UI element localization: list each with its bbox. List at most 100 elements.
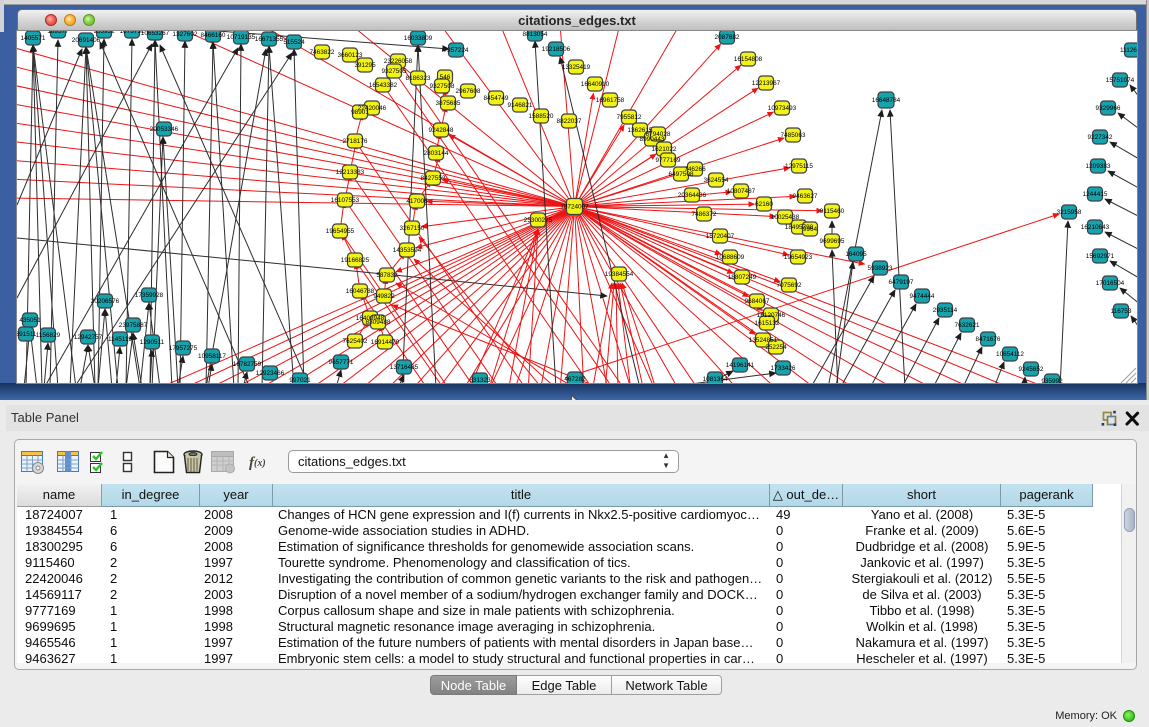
svg-text:1290511: 1290511 [140, 339, 165, 346]
svg-text:23975887: 23975887 [119, 322, 148, 329]
svg-text:3660123: 3660123 [338, 52, 363, 59]
svg-text:391295: 391295 [354, 62, 376, 69]
svg-text:14353594: 14353594 [393, 247, 422, 254]
svg-text:9327505: 9327505 [382, 68, 407, 75]
svg-text:16210643: 16210643 [1081, 224, 1110, 231]
svg-text:7357224: 7357224 [444, 47, 469, 54]
svg-text:10025438: 10025438 [771, 214, 800, 221]
svg-text:17957275: 17957275 [169, 345, 198, 352]
svg-text:12942757: 12942757 [74, 334, 103, 341]
svg-text:19654955: 19654955 [326, 228, 355, 235]
svg-text:19384554: 19384554 [605, 271, 634, 278]
svg-text:116753: 116753 [1111, 308, 1132, 315]
svg-text:2803144: 2803144 [424, 150, 449, 157]
svg-text:15751074: 15751074 [1106, 77, 1135, 84]
svg-text:16671355: 16671355 [255, 36, 284, 43]
svg-text:9327508: 9327508 [430, 83, 455, 90]
svg-text:12213967: 12213967 [752, 80, 781, 87]
svg-text:9777169: 9777169 [656, 157, 681, 164]
svg-text:20364436: 20364436 [678, 192, 707, 199]
svg-text:9146821: 9146821 [508, 102, 533, 109]
svg-text:6794028: 6794028 [646, 131, 671, 138]
svg-text:7486372: 7486372 [692, 211, 717, 218]
svg-text:3267150: 3267150 [400, 225, 425, 232]
svg-text:23226058: 23226058 [384, 58, 413, 65]
svg-text:6479197: 6479197 [889, 279, 914, 286]
svg-text:546: 546 [440, 74, 451, 81]
svg-text:16046788: 16046788 [346, 288, 375, 295]
svg-text:14196141: 14196141 [726, 362, 755, 369]
svg-text:1733426: 1733426 [771, 365, 796, 372]
svg-text:8822037: 8822037 [557, 118, 582, 125]
svg-text:25300275: 25300275 [524, 217, 553, 224]
svg-text:417006: 417006 [406, 198, 428, 205]
svg-text:5938923: 5938923 [868, 265, 893, 272]
svg-text:7075692: 7075692 [777, 282, 802, 289]
svg-text:17359928: 17359928 [135, 292, 164, 299]
svg-text:8471676: 8471676 [976, 336, 1001, 343]
svg-text:8813054: 8813054 [523, 31, 548, 38]
svg-text:9242848: 9242848 [429, 127, 454, 134]
svg-text:1405571: 1405571 [21, 35, 46, 42]
svg-text:467282: 467282 [564, 376, 586, 383]
svg-text:19654923: 19654923 [784, 254, 813, 261]
svg-text:19218506: 19218506 [542, 46, 571, 53]
svg-text:189377: 189377 [47, 31, 69, 35]
svg-text:10653267: 10653267 [141, 31, 170, 37]
svg-text:8466160: 8466160 [201, 32, 226, 39]
svg-text:18807249: 18807249 [728, 274, 757, 281]
svg-text:1145119: 1145119 [108, 336, 132, 343]
svg-text:20206576: 20206576 [91, 298, 120, 305]
svg-text:1327602: 1327602 [173, 31, 198, 38]
svg-text:16914479: 16914479 [371, 339, 400, 346]
svg-text:9699695: 9699695 [820, 238, 845, 245]
svg-text:9245652: 9245652 [1019, 366, 1044, 373]
svg-text:252254: 252254 [765, 344, 787, 351]
svg-text:9227342: 9227342 [1088, 134, 1113, 141]
svg-text:12213383: 12213383 [336, 169, 365, 176]
svg-text:10958117: 10958117 [198, 353, 226, 360]
svg-text:1244415: 1244415 [1083, 191, 1108, 198]
svg-text:515524: 515524 [283, 39, 305, 46]
svg-text:935992: 935992 [1041, 378, 1063, 383]
svg-text:9463627: 9463627 [793, 193, 818, 200]
svg-text:949822: 949822 [373, 293, 395, 300]
svg-text:435051: 435051 [19, 317, 41, 324]
svg-text:62160: 62160 [755, 201, 773, 208]
svg-text:13325419: 13325419 [562, 64, 591, 71]
svg-text:16120746: 16120746 [757, 312, 786, 319]
svg-text:9964: 9964 [803, 226, 818, 233]
svg-text:9474444: 9474444 [910, 293, 935, 300]
svg-text:16782759: 16782759 [233, 361, 262, 368]
svg-text:9115460: 9115460 [820, 208, 845, 215]
svg-text:8309488: 8309488 [366, 319, 391, 326]
svg-text:3875685: 3875685 [436, 100, 461, 107]
svg-text:17016504: 17016504 [1096, 280, 1125, 287]
svg-text:7463822: 7463822 [310, 49, 335, 56]
svg-text:1621022: 1621022 [652, 146, 677, 153]
svg-text:16033809: 16033809 [404, 35, 433, 42]
svg-text:1156829: 1156829 [36, 332, 61, 339]
svg-text:10807487: 10807487 [727, 188, 756, 195]
svg-text:3215958: 3215958 [1057, 209, 1082, 216]
svg-text:16961758: 16961758 [596, 97, 625, 104]
svg-text:8427552: 8427552 [421, 175, 446, 182]
svg-text:1112604: 1112604 [1120, 47, 1137, 54]
svg-text:12975115: 12975115 [785, 163, 813, 170]
svg-text:(x): (x) [254, 458, 266, 469]
svg-text:16543382: 16543382 [369, 82, 398, 89]
svg-text:2718176: 2718176 [343, 138, 368, 145]
svg-text:16154808: 16154808 [734, 56, 763, 63]
svg-text:7625402: 7625402 [343, 338, 368, 345]
svg-text:587832: 587832 [376, 272, 398, 279]
svg-text:3624554: 3624554 [704, 177, 729, 184]
svg-text:12923466: 12923466 [256, 370, 285, 377]
svg-text:10688609: 10688609 [716, 254, 745, 261]
svg-text:20691406: 20691406 [72, 37, 101, 44]
svg-text:1588520: 1588520 [529, 113, 554, 120]
svg-text:1209383: 1209383 [1086, 163, 1111, 170]
svg-text:15720407: 15720407 [706, 233, 735, 240]
svg-text:997021: 997021 [289, 377, 311, 383]
svg-text:831323: 831323 [469, 377, 491, 383]
svg-text:19166825: 19166825 [341, 257, 370, 264]
